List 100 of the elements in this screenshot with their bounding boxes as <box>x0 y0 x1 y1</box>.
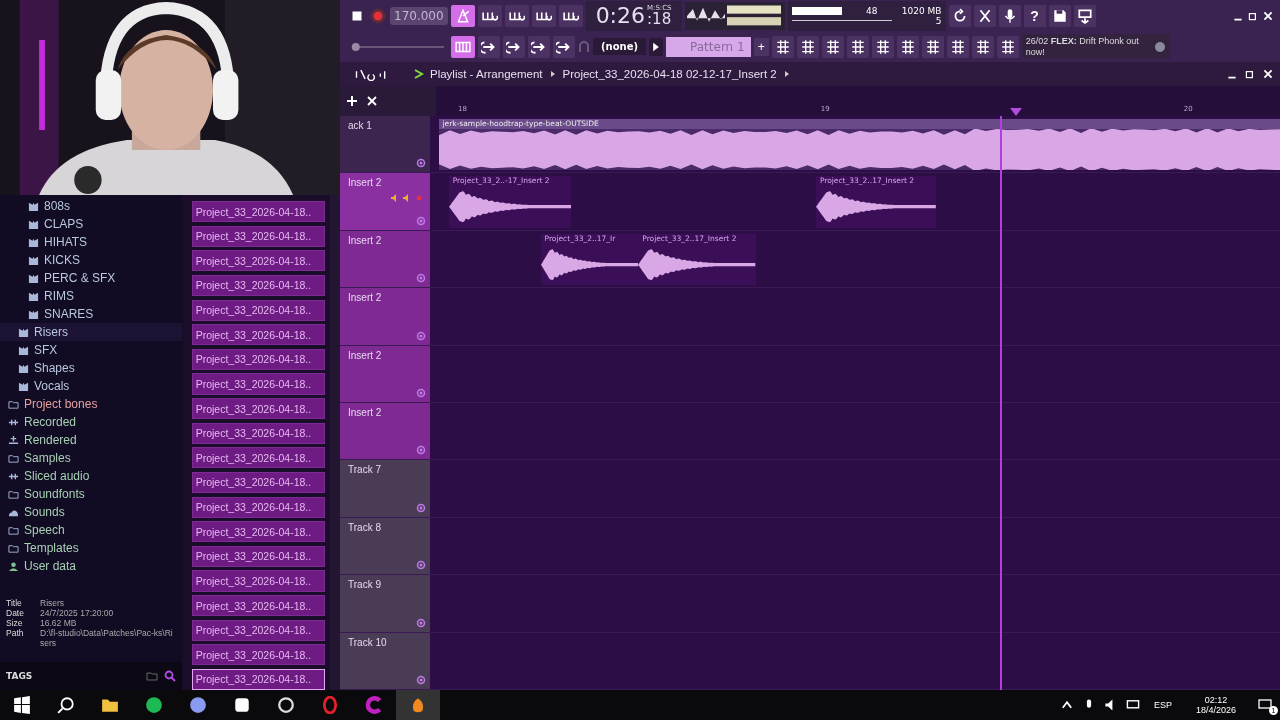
browser-item[interactable]: 808s <box>0 197 182 215</box>
file-item[interactable]: Project_33_2026-04-18.. <box>191 447 326 469</box>
mode-button[interactable] <box>504 4 529 27</box>
breadcrumb[interactable]: Project_33_2026-04-18 02-12-17_Insert 2 <box>562 68 777 80</box>
mode-button[interactable] <box>477 4 502 27</box>
browser-item[interactable]: RIMS <box>0 287 182 305</box>
info-label: Path <box>6 628 25 640</box>
file-item[interactable]: Project_33_2026-04-18.. <box>191 595 326 617</box>
track-header[interactable]: Insert 2 <box>340 345 430 403</box>
folder-icon <box>8 542 19 554</box>
refresh-icon[interactable] <box>948 4 971 27</box>
microphone-icon[interactable] <box>998 4 1021 27</box>
folder-icon <box>8 452 19 464</box>
mute-toggle[interactable] <box>416 502 426 513</box>
file-item[interactable]: Project_33_2026-04-18.. <box>191 274 326 297</box>
track-header[interactable]: Track 7 <box>340 460 430 517</box>
network-icon[interactable] <box>1125 698 1140 712</box>
export-icon[interactable] <box>1073 4 1096 27</box>
file-item[interactable]: Project_33_2026-04-18.. <box>191 496 326 518</box>
close-icon[interactable] <box>1262 68 1274 80</box>
restore-icon[interactable] <box>1244 68 1256 80</box>
track-header[interactable]: Insert 2 <box>340 288 430 345</box>
browser-item[interactable]: KICKS <box>0 251 182 269</box>
browser-item[interactable]: Recorded <box>0 413 182 431</box>
mute-toggle[interactable] <box>416 388 426 399</box>
clock[interactable]: 02:12 18/4/2026 <box>1195 695 1236 715</box>
mode-button[interactable] <box>531 4 556 27</box>
browser-item[interactable]: Sliced audio <box>0 467 182 485</box>
browser-item[interactable]: Templates <box>0 539 182 557</box>
browser-item[interactable]: PERC & SFX <box>0 269 182 287</box>
close-icon[interactable] <box>1262 9 1274 22</box>
save-icon[interactable] <box>1048 4 1071 27</box>
caret-icon <box>548 69 557 79</box>
pack-icon <box>28 290 39 302</box>
mode-button[interactable] <box>558 4 583 27</box>
pack-icon <box>28 308 39 320</box>
track-header[interactable]: Insert 2 <box>340 173 430 230</box>
browser-item[interactable]: Rendered <box>0 431 182 449</box>
track-header[interactable]: ack 1 <box>340 116 430 173</box>
browser-item[interactable]: Project bones <box>0 395 182 413</box>
file-item[interactable]: Project_33_2026-04-18.. <box>191 570 326 592</box>
track-header[interactable]: Track 9 <box>340 575 430 632</box>
file-item[interactable]: Project_33_2026-04-18.. <box>191 225 326 247</box>
play-icon[interactable] <box>412 68 424 80</box>
play-icon[interactable] <box>649 37 664 56</box>
track-header[interactable]: Track 10 <box>340 632 430 690</box>
browser-item[interactable]: Samples <box>0 449 182 467</box>
file-item[interactable]: Project_33_2026-04-18.. <box>191 471 326 494</box>
browser-item[interactable]: CLAPS <box>0 215 182 233</box>
scrollbar[interactable] <box>330 195 340 690</box>
folder-icon <box>8 524 19 536</box>
tempo-field[interactable]: 170.000 <box>390 6 448 25</box>
browser-item[interactable]: Vocals <box>0 377 182 395</box>
file-item[interactable]: Project_33_2026-04-18.. <box>191 250 326 272</box>
file-item[interactable]: Project_33_2026-04-18.. <box>191 373 326 395</box>
snap-dropdown[interactable]: (none) <box>593 38 647 55</box>
browser-item[interactable]: User data <box>0 557 182 575</box>
mute-toggle[interactable] <box>416 617 426 628</box>
song-mode-button[interactable] <box>451 35 475 58</box>
browser-item[interactable]: Speech <box>0 521 182 539</box>
move-icon[interactable] <box>346 95 358 107</box>
file-item[interactable]: Project_33_2026-04-18.. <box>191 644 326 666</box>
scissors-icon[interactable] <box>973 4 996 27</box>
track-header[interactable]: Insert 2 <box>340 403 430 460</box>
file-item[interactable]: Project_33_2026-04-18.. <box>191 348 326 370</box>
language-indicator[interactable]: ESP <box>1153 700 1172 710</box>
pack-icon <box>28 272 39 284</box>
mute-toggle[interactable] <box>416 330 426 341</box>
mute-toggle[interactable] <box>416 675 426 686</box>
close-icon[interactable] <box>366 95 378 107</box>
mute-toggle[interactable] <box>416 560 426 571</box>
pack-icon <box>28 218 39 230</box>
file-item[interactable]: Project_33_2026-04-18.. <box>191 398 326 420</box>
browser-item[interactable]: Soundfonts <box>0 485 182 503</box>
add-pattern-button[interactable]: + <box>753 37 769 56</box>
browser-item[interactable]: Sounds <box>0 503 182 521</box>
file-item[interactable]: Project_33_2026-04-18.. <box>191 422 326 444</box>
mode-button[interactable] <box>450 4 475 27</box>
browser-item[interactable]: Shapes <box>0 359 182 377</box>
file-item[interactable]: Project_33_2026-04-18.. <box>191 324 326 346</box>
help-button[interactable]: ? <box>1023 4 1046 27</box>
file-item[interactable]: Project_33_2026-04-18.. <box>191 201 326 223</box>
file-item[interactable]: Project_33_2026-04-18.. <box>191 668 326 691</box>
file-item[interactable]: Project_33_2026-04-18.. <box>191 299 326 321</box>
mute-toggle[interactable] <box>416 273 426 284</box>
file-item[interactable]: Project_33_2026-04-18.. <box>191 545 326 567</box>
user-icon <box>8 560 19 572</box>
browser-item[interactable]: SFX <box>0 341 182 359</box>
browser-item[interactable]: HIHATS <box>0 233 182 251</box>
mute-toggle[interactable] <box>416 445 426 456</box>
mute-toggle[interactable] <box>416 215 426 226</box>
mute-toggle[interactable] <box>416 158 426 169</box>
file-item[interactable]: Project_33_2026-04-18.. <box>191 521 326 543</box>
news-panel[interactable]: 26/02 FLEX: Drift Phonk out now! <box>1021 33 1170 60</box>
browser-item[interactable]: Risers <box>0 323 182 341</box>
browser-item[interactable]: SNARES <box>0 305 182 323</box>
track-header[interactable]: Track 8 <box>340 517 430 575</box>
file-item[interactable]: Project_33_2026-04-18.. <box>191 619 326 641</box>
track-header[interactable]: Insert 2 <box>340 230 430 288</box>
info-label: Date <box>6 608 25 618</box>
